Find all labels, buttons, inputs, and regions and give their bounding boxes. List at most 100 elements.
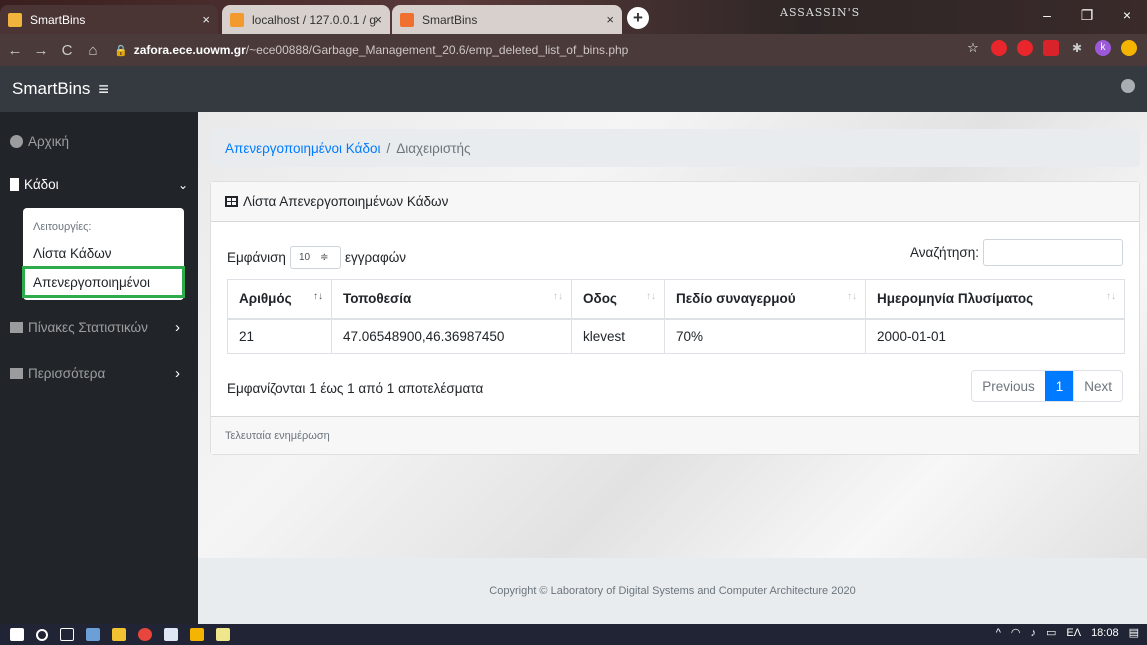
show-label: Εμφάνιση bbox=[227, 250, 286, 265]
user-icon[interactable] bbox=[1121, 79, 1135, 93]
url-path: /~ece00888/Garbage_Management_20.6/emp_d… bbox=[245, 43, 629, 57]
table-icon bbox=[225, 196, 238, 207]
bins-submenu: Λειτουργίες: Λίστα Κάδων Απενεργοποιημέν… bbox=[22, 208, 185, 300]
column-header-label: Πεδίο συναγερμού bbox=[676, 291, 796, 307]
card-footer: Τελευταία ενημέρωση bbox=[211, 416, 1139, 454]
extension-screen-icon[interactable] bbox=[1043, 40, 1059, 56]
favicon-icon bbox=[8, 12, 22, 27]
sort-icon: ↑↓ bbox=[847, 291, 857, 302]
chevron-right-icon: › bbox=[175, 365, 180, 382]
extensions-puzzle-icon[interactable]: ✱ bbox=[1069, 40, 1085, 56]
app-icon[interactable] bbox=[190, 628, 204, 641]
extension-opera-icon[interactable] bbox=[991, 40, 1007, 56]
page-length-control: Εμφάνιση 10 ≑ εγγραφών bbox=[227, 246, 406, 269]
column-header-label: Οδος bbox=[583, 291, 617, 307]
sidebar-item-label: Κάδοι bbox=[24, 177, 59, 192]
task-view-icon[interactable] bbox=[60, 628, 74, 641]
column-header-location[interactable]: Τοποθεσία ↑↓ bbox=[331, 279, 572, 320]
app-navbar: SmartBins ≡ bbox=[0, 66, 1147, 112]
tab-phpmyadmin[interactable]: localhost / 127.0.0.1 / garbage_m × bbox=[222, 5, 390, 34]
restore-icon[interactable]: ❐ bbox=[1067, 0, 1107, 34]
column-header-number[interactable]: Αριθμός ↑↓ bbox=[227, 279, 332, 320]
file-explorer-icon[interactable] bbox=[112, 628, 126, 641]
breadcrumb: Απενεργοποιημένοι Κάδοι / Διαχειριστής bbox=[210, 129, 1140, 167]
sidebar-item-more[interactable]: Περισσότερα › bbox=[10, 365, 188, 382]
close-tab-icon[interactable]: × bbox=[606, 12, 614, 27]
cell-location: 47.06548900,46.36987450 bbox=[331, 318, 572, 354]
extension-adblock-icon[interactable] bbox=[1017, 40, 1033, 56]
cell-alarm-field: 70% bbox=[664, 318, 866, 354]
keyboard-icon[interactable]: ▭ bbox=[1046, 626, 1056, 639]
next-page-button[interactable]: Next bbox=[1073, 371, 1122, 401]
close-tab-icon[interactable]: × bbox=[202, 12, 210, 27]
back-icon[interactable]: ← bbox=[4, 42, 26, 59]
breadcrumb-separator: / bbox=[386, 140, 391, 156]
previous-page-button[interactable]: Previous bbox=[972, 371, 1045, 401]
reload-icon[interactable]: C bbox=[56, 42, 78, 59]
chevron-right-icon: › bbox=[175, 319, 180, 336]
submenu-item-deactivated[interactable]: Απενεργοποιημένοι bbox=[22, 266, 185, 298]
os-taskbar: ^ ◠ ♪ ▭ ΕΛ 18:08 ▤ bbox=[0, 624, 1147, 645]
cell-wash-date: 2000-01-01 bbox=[865, 318, 1125, 354]
cell-street: klevest bbox=[571, 318, 665, 354]
url-field[interactable]: 🔒 zafora.ece.uowm.gr /~ece00888/Garbage_… bbox=[114, 43, 628, 57]
new-tab-button[interactable]: + bbox=[627, 7, 649, 29]
menu-toggle-icon[interactable]: ≡ bbox=[98, 79, 109, 100]
sort-icon: ↑↓ bbox=[1106, 291, 1116, 302]
language-indicator[interactable]: ΕΛ bbox=[1066, 627, 1081, 639]
close-tab-icon[interactable]: × bbox=[374, 12, 382, 27]
tab-smartbins-active[interactable]: SmartBins × bbox=[0, 5, 218, 34]
sidebar-item-bins[interactable]: Κάδοι ⌄ bbox=[10, 177, 188, 192]
notifications-icon[interactable]: ▤ bbox=[1129, 626, 1139, 639]
bins-table: Αριθμός ↑↓ Τοποθεσία ↑↓ Οδος ↑↓ Πεδίο συναγ… bbox=[227, 279, 1125, 354]
card-title: Λίστα Απενεργοποιημένων Κάδων bbox=[243, 194, 449, 209]
clock[interactable]: 18:08 bbox=[1091, 627, 1119, 639]
sidebar-item-label: Περισσότερα bbox=[28, 366, 106, 381]
sort-icon: ↑↓ bbox=[313, 291, 323, 302]
brand-name: SmartBins bbox=[12, 79, 91, 98]
breadcrumb-current: Διαχειριστής bbox=[396, 140, 471, 156]
document-icon[interactable] bbox=[164, 628, 178, 641]
sidebar-item-label: Αρχική bbox=[28, 134, 70, 149]
profile-avatar[interactable]: k bbox=[1095, 40, 1111, 56]
chrome-icon[interactable] bbox=[138, 628, 152, 641]
brand[interactable]: SmartBins ≡ bbox=[12, 79, 109, 100]
windows-start-icon[interactable] bbox=[10, 628, 24, 641]
trash-icon bbox=[10, 178, 19, 191]
sidebar-item-statistics[interactable]: Πίνακες Στατιστικών › bbox=[10, 319, 188, 336]
tray-expand-icon[interactable]: ^ bbox=[996, 627, 1001, 639]
card-header: Λίστα Απενεργοποιημένων Κάδων bbox=[211, 182, 1139, 222]
cell-number: 21 bbox=[227, 318, 332, 354]
volume-icon[interactable]: ♪ bbox=[1030, 627, 1036, 639]
submenu-item-bin-list[interactable]: Λίστα Κάδων bbox=[33, 246, 112, 261]
network-icon[interactable]: ◠ bbox=[1011, 626, 1021, 639]
sidebar-item-home[interactable]: Αρχική bbox=[10, 134, 188, 149]
page-size-select[interactable]: 10 ≑ bbox=[289, 246, 341, 269]
page-footer: Copyright © Laboratory of Digital System… bbox=[198, 558, 1147, 624]
dashboard-icon bbox=[10, 135, 23, 148]
search-icon[interactable] bbox=[36, 628, 48, 641]
column-header-alarm-field[interactable]: Πεδίο συναγερμού ↑↓ bbox=[664, 279, 866, 320]
tab-smartbins[interactable]: SmartBins × bbox=[392, 5, 622, 34]
notepad-icon[interactable] bbox=[216, 628, 230, 641]
lock-icon: 🔒 bbox=[114, 44, 128, 57]
table-header-row: Αριθμός ↑↓ Τοποθεσία ↑↓ Οδος ↑↓ Πεδίο συναγ… bbox=[227, 279, 1125, 320]
bins-card: Λίστα Απενεργοποιημένων Κάδων Εμφάνιση 1… bbox=[210, 181, 1140, 455]
column-header-wash-date[interactable]: Ημερομηνία Πλυσίματος ↑↓ bbox=[865, 279, 1125, 320]
close-window-icon[interactable]: × bbox=[1107, 0, 1147, 34]
search-input[interactable] bbox=[983, 239, 1123, 266]
tab-title: SmartBins bbox=[30, 12, 86, 27]
breadcrumb-link[interactable]: Απενεργοποιημένοι Κάδοι bbox=[225, 141, 380, 156]
app-icon[interactable] bbox=[86, 628, 100, 641]
update-icon[interactable] bbox=[1121, 40, 1137, 56]
pagination: Previous 1 Next bbox=[971, 370, 1123, 402]
page-1-button[interactable]: 1 bbox=[1044, 371, 1074, 401]
column-header-street[interactable]: Οδος ↑↓ bbox=[571, 279, 665, 320]
chevron-down-icon: ⌄ bbox=[177, 177, 188, 192]
bookmark-star-icon[interactable]: ☆ bbox=[965, 40, 981, 56]
table-row: 21 47.06548900,46.36987450 klevest 70% 2… bbox=[227, 318, 1125, 354]
theme-logo: ASSASSIN'S bbox=[780, 6, 861, 19]
minimize-icon[interactable]: – bbox=[1027, 0, 1067, 34]
home-icon[interactable]: ⌂ bbox=[82, 42, 104, 59]
forward-icon[interactable]: → bbox=[30, 42, 52, 59]
